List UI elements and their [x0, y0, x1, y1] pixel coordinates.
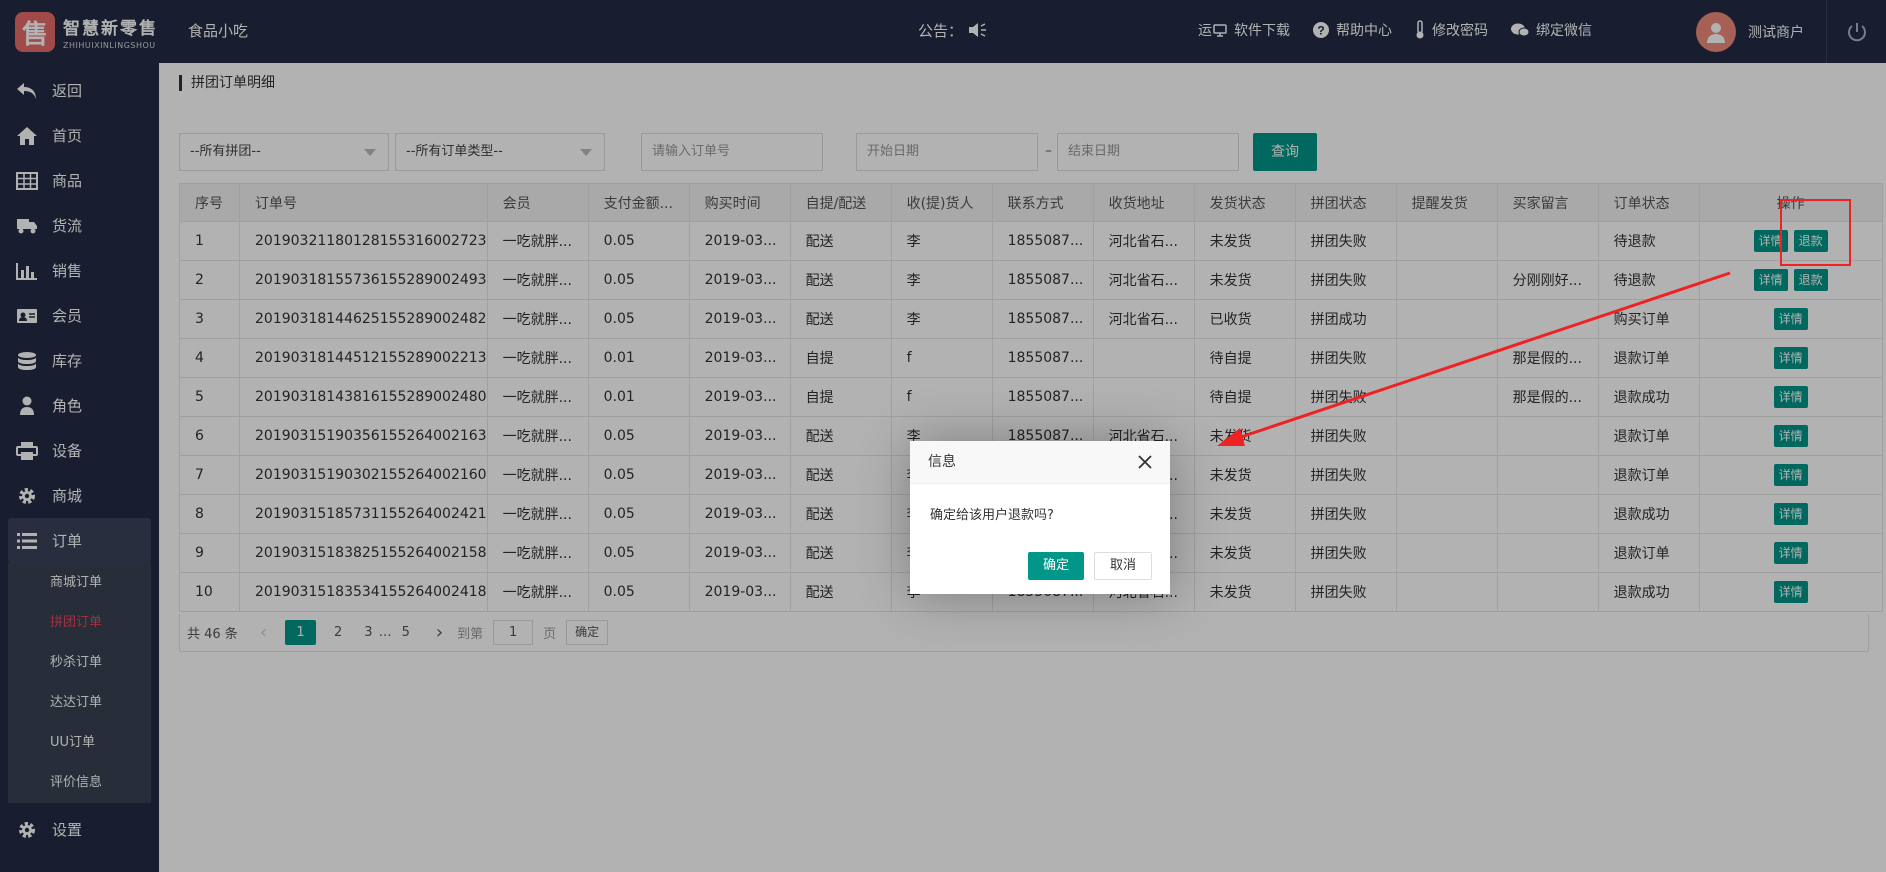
dialog-message: 确定给该用户退款吗? — [930, 508, 1054, 523]
dialog-cancel-button[interactable]: 取消 — [1093, 552, 1152, 580]
dialog-title: 信息 — [910, 441, 1170, 484]
confirm-dialog: 信息 确定给该用户退款吗? 确定 取消 — [910, 441, 1170, 594]
annotation-arrow — [1217, 271, 1731, 446]
close-icon[interactable] — [1136, 453, 1154, 471]
dialog-confirm-button[interactable]: 确定 — [1027, 552, 1084, 580]
